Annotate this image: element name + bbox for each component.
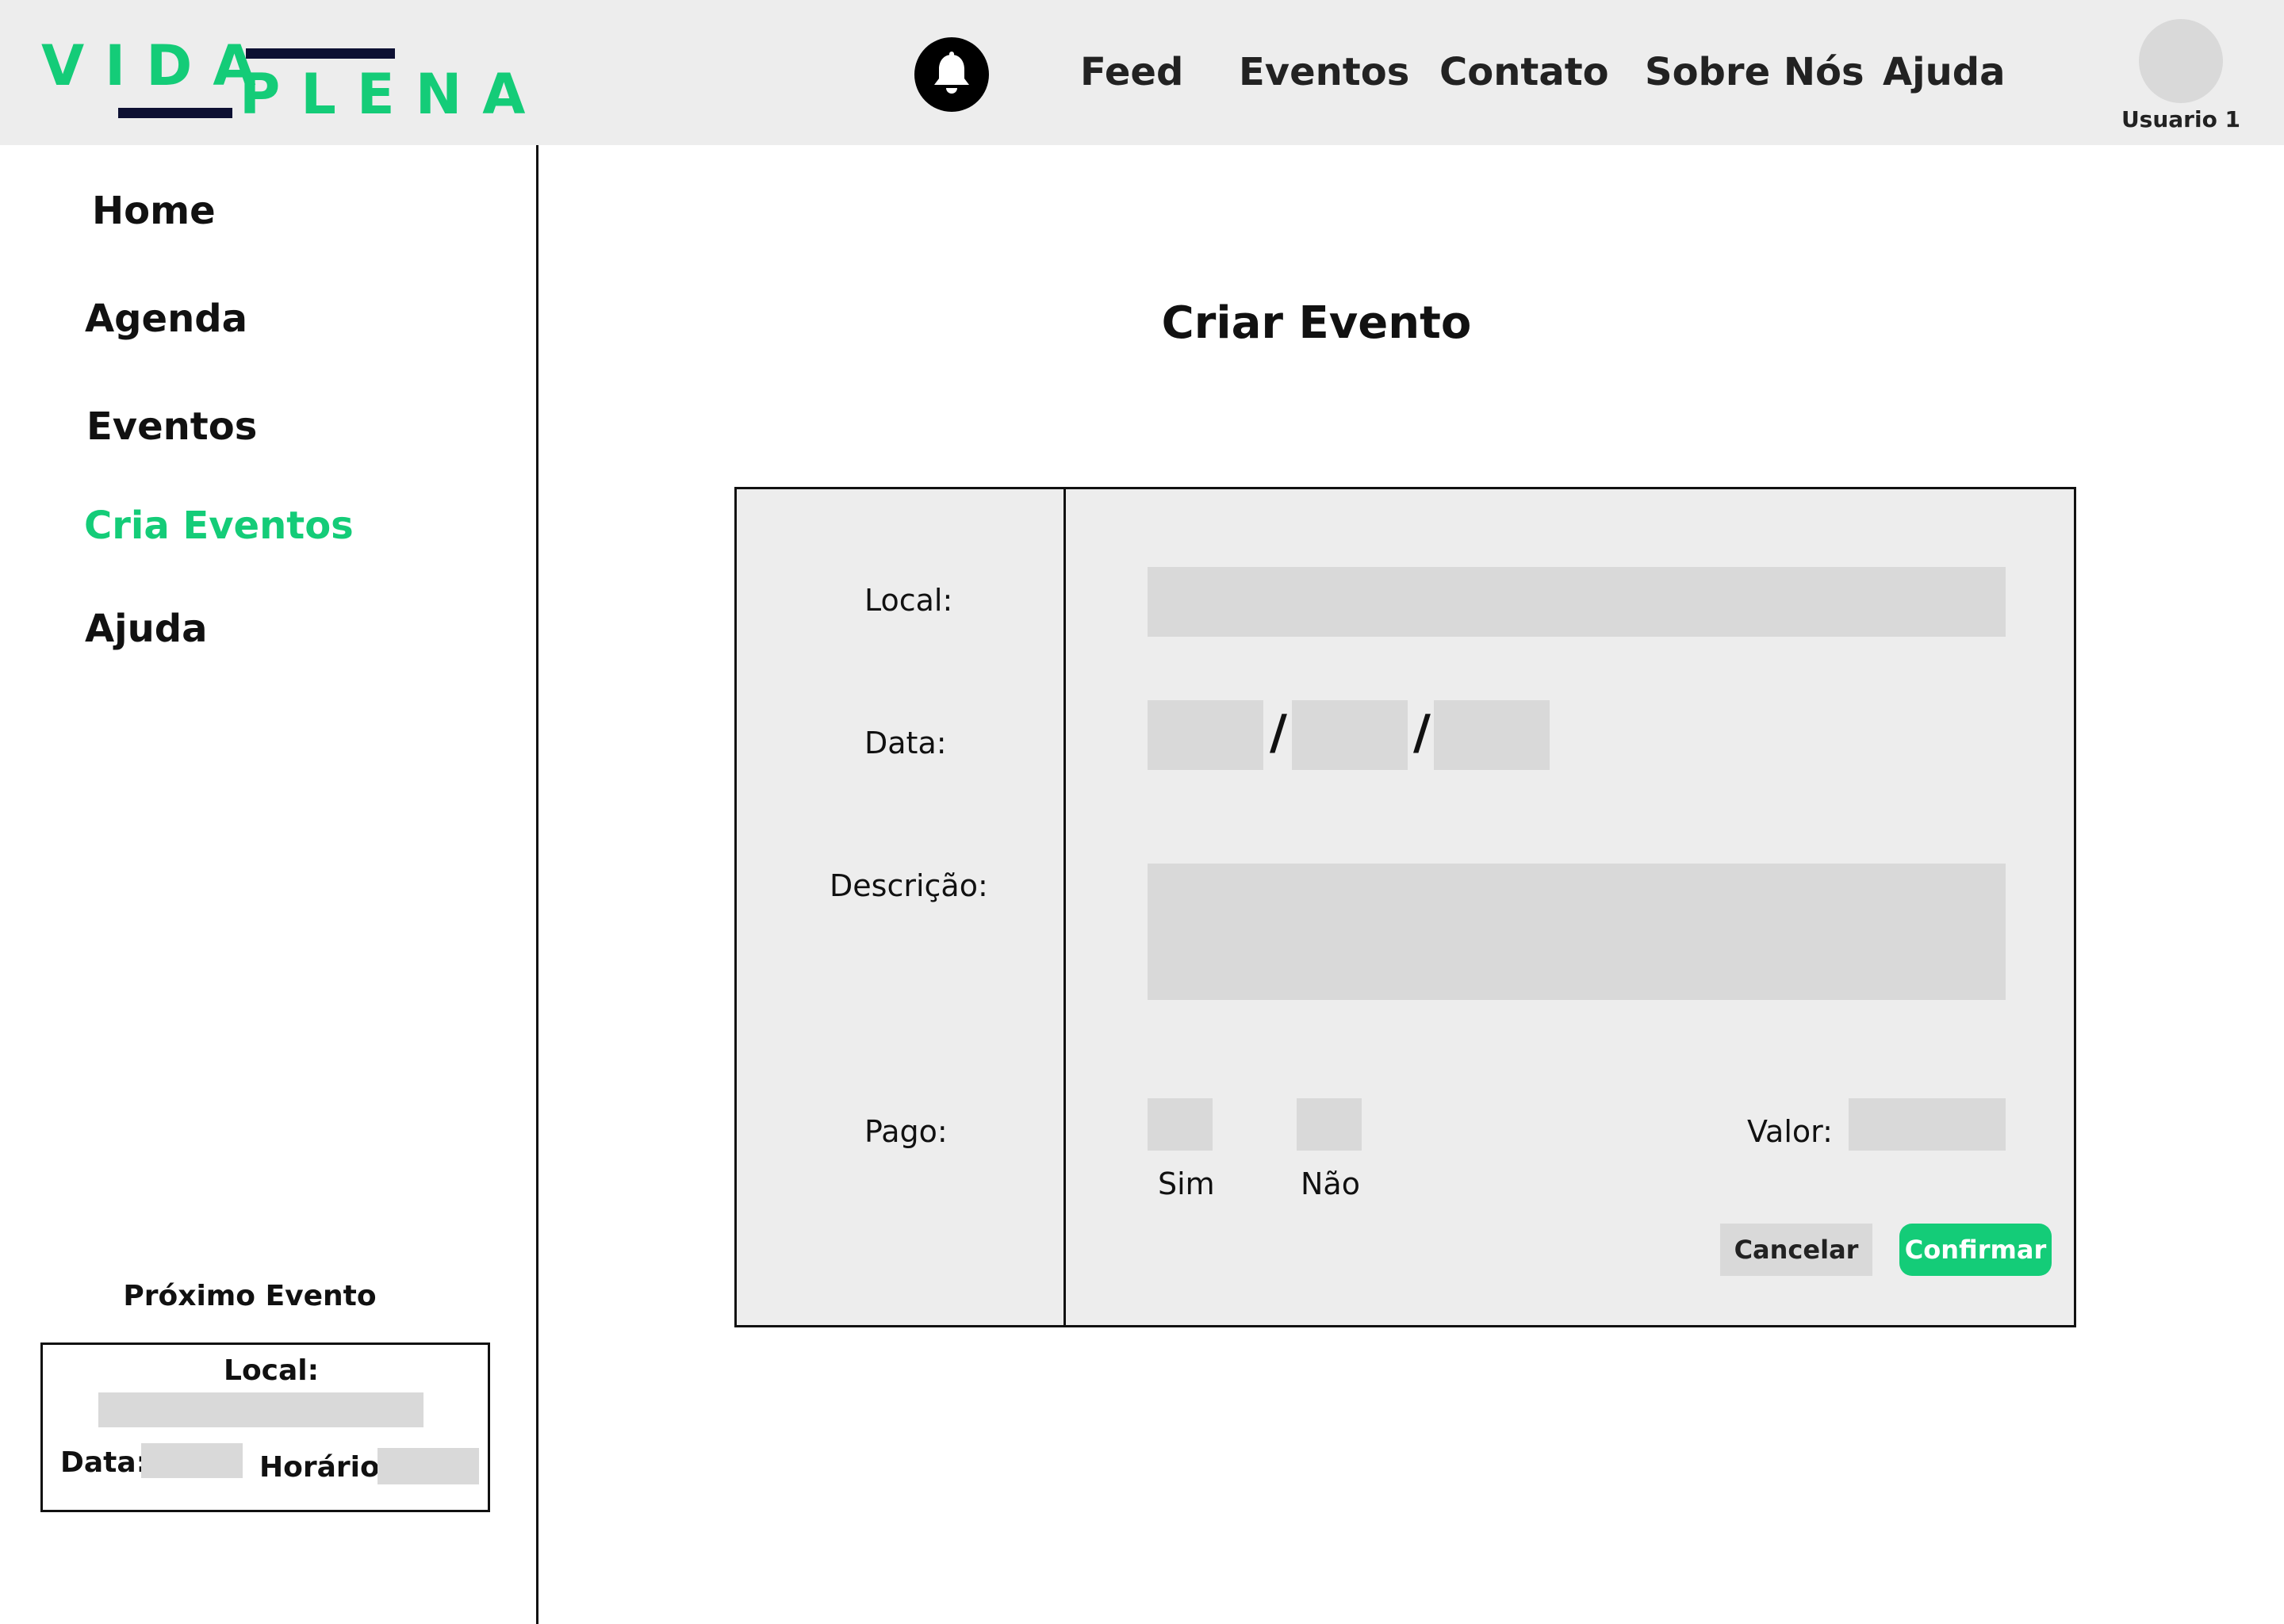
descricao-textarea[interactable] — [1148, 864, 2006, 1000]
form-divider — [1063, 489, 1066, 1325]
descricao-label: Descrição: — [830, 868, 988, 903]
local-input[interactable] — [1148, 567, 2006, 637]
date-separator: / — [1270, 705, 1287, 760]
valor-label: Valor: — [1747, 1114, 1833, 1149]
nao-label: Não — [1301, 1166, 1360, 1201]
bell-icon[interactable] — [914, 37, 989, 112]
nav-contato[interactable]: Contato — [1439, 44, 1609, 100]
logo-bar — [246, 48, 395, 59]
pago-label: Pago: — [864, 1114, 948, 1149]
next-event-data-label: Data: — [60, 1446, 148, 1479]
sidebar-item-ajuda[interactable]: Ajuda — [85, 607, 208, 651]
date-year-input[interactable] — [1434, 700, 1550, 770]
sidebar-item-agenda[interactable]: Agenda — [85, 297, 247, 341]
avatar[interactable] — [2139, 19, 2223, 103]
next-event-horario-label: Horário: — [259, 1451, 392, 1484]
nav-feed[interactable]: Feed — [1080, 44, 1183, 100]
logo-text-plena: PLENA — [240, 62, 546, 127]
valor-input[interactable] — [1849, 1098, 2006, 1151]
pago-nao-checkbox[interactable] — [1297, 1098, 1362, 1151]
nav-eventos[interactable]: Eventos — [1239, 44, 1409, 100]
vida-plena-logo[interactable]: VIDA PLENA — [41, 38, 525, 125]
next-event-title: Próximo Evento — [123, 1280, 377, 1312]
nav-sobre-nos[interactable]: Sobre Nós — [1645, 44, 1864, 100]
page-title: Criar Evento — [1161, 297, 1472, 349]
logo-bar — [118, 108, 232, 118]
next-event-card: Local: Data: Horário: — [40, 1342, 490, 1512]
next-event-data-field — [141, 1443, 243, 1478]
data-label: Data: — [864, 726, 947, 760]
top-header: VIDA PLENA Feed Eventos Contato Sobre Nó… — [0, 0, 2284, 145]
next-event-local-field — [98, 1392, 423, 1427]
next-event-local-label: Local: — [224, 1354, 320, 1387]
user-name[interactable]: Usuario 1 — [2110, 106, 2252, 132]
nav-ajuda[interactable]: Ajuda — [1883, 44, 2006, 100]
date-day-input[interactable] — [1148, 700, 1263, 770]
date-separator: / — [1413, 705, 1431, 760]
next-event-horario-field — [377, 1448, 479, 1484]
local-label: Local: — [864, 583, 953, 618]
pago-sim-checkbox[interactable] — [1148, 1098, 1213, 1151]
create-event-form: Local: Data: / / Descrição: Pago: Sim Nã… — [734, 487, 2076, 1327]
sidebar-item-cria-eventos[interactable]: Cria Eventos — [84, 504, 354, 548]
cancel-button[interactable]: Cancelar — [1720, 1224, 1872, 1276]
sidebar-item-home[interactable]: Home — [92, 189, 216, 233]
sidebar-divider — [536, 145, 538, 1624]
sidebar-item-eventos[interactable]: Eventos — [86, 404, 257, 449]
confirm-button[interactable]: Confirmar — [1899, 1224, 2052, 1276]
date-month-input[interactable] — [1292, 700, 1408, 770]
sim-label: Sim — [1158, 1166, 1215, 1201]
